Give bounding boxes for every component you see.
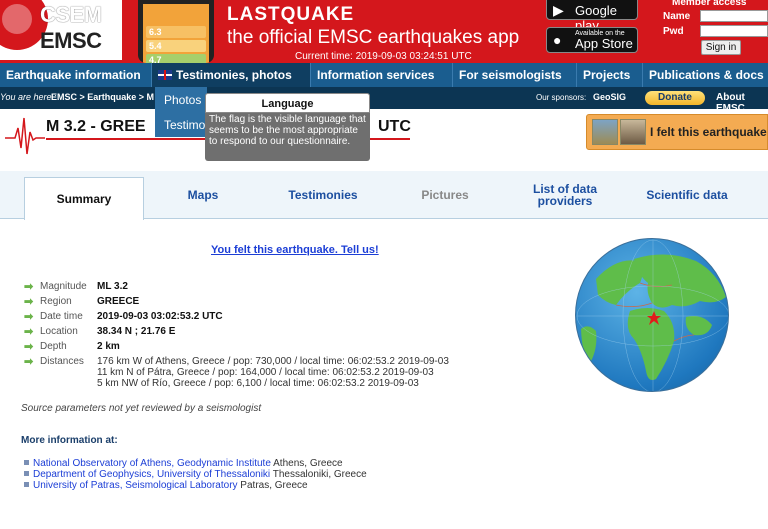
uk-flag-icon (158, 70, 172, 80)
about-emsc-link[interactable]: About EMSC (716, 92, 768, 114)
tab-data-providers[interactable]: List of data providers (520, 171, 610, 219)
globe-map-icon[interactable] (575, 238, 729, 392)
i-felt-label: I felt this earthquake (650, 125, 767, 139)
site-header: CSEM EMSC 6.3 5.4 4.7 LASTQUAKE the offi… (0, 0, 768, 63)
page-title-utc: UTC (378, 118, 411, 135)
logo-top-text: CSEM (40, 2, 102, 27)
felt-photo-1 (592, 119, 618, 145)
password-input[interactable] (700, 25, 768, 37)
app-store-label: App Store (575, 36, 633, 51)
page-title: M 3.2 - GREE (46, 118, 146, 135)
pwd-label: Pwd (663, 26, 684, 37)
name-input[interactable] (700, 10, 768, 22)
more-info-heading: More information at: (21, 435, 118, 446)
donate-button[interactable]: Donate (645, 91, 705, 105)
felt-earthquake-link[interactable]: You felt this earthquake. Tell us! (211, 244, 379, 256)
sponsors-label: Our sponsors: (536, 93, 587, 102)
tab-scientific-data[interactable]: Scientific data (637, 171, 737, 219)
tooltip-body: The flag is the visible language that se… (209, 114, 366, 147)
felt-photo-2 (620, 119, 646, 145)
arrow-bullet-icon: ➡ (24, 311, 34, 323)
app-title: LASTQUAKE (227, 4, 355, 25)
tooltip-title: Language (205, 93, 370, 113)
emsc-logo[interactable]: CSEM EMSC (0, 0, 122, 60)
arrow-bullet-icon: ➡ (24, 356, 34, 368)
page-root: CSEM EMSC 6.3 5.4 4.7 LASTQUAKE the offi… (0, 0, 768, 529)
distance-line: 11 km N of Pátra, Greece / pop: 164,000 … (97, 367, 434, 378)
language-tooltip: Language The flag is the visible languag… (205, 93, 370, 161)
list-item: University of Patras, Seismological Labo… (24, 480, 308, 492)
breadcrumb[interactable]: EMSC > Earthquake > M 3 (51, 92, 162, 102)
android-icon: ▶ (553, 2, 564, 18)
dropdown-item-photos[interactable]: Photos (164, 93, 201, 107)
main-nav: Earthquake information Testimonies, phot… (0, 63, 768, 87)
dropdown-item-testimonies[interactable]: Testimo (164, 118, 205, 132)
logo-bottom-text: EMSC (40, 28, 102, 53)
current-time: Current time: 2019-09-03 03:24:51 UTC (295, 51, 472, 62)
app-store-button[interactable]: ● Available on the App Store (546, 27, 638, 53)
google-play-button[interactable]: ▶ Google play (546, 0, 638, 33)
phone-row: 6.3 (146, 26, 206, 38)
phone-row: 4.7 (146, 54, 206, 63)
name-label: Name (663, 11, 691, 22)
arrow-bullet-icon: ➡ (24, 281, 34, 293)
testimonies-dropdown: Photos Testimo (155, 87, 207, 137)
nav-projects[interactable]: Projects (577, 63, 643, 87)
tab-summary[interactable]: Summary (24, 177, 144, 220)
nav-publications-docs[interactable]: Publications & docs (643, 63, 768, 87)
nav-for-seismologists[interactable]: For seismologists (453, 63, 577, 87)
phone-app-image: 6.3 5.4 4.7 (138, 0, 214, 63)
tab-testimonies[interactable]: Testimonies (278, 171, 368, 219)
tab-maps[interactable]: Maps (163, 171, 243, 219)
breadcrumb-prefix: You are here : (0, 92, 57, 102)
arrow-bullet-icon: ➡ (24, 341, 34, 353)
institute-link[interactable]: Department of Geophysics, University of … (33, 469, 270, 480)
member-access-label: Member access (672, 0, 747, 8)
arrow-bullet-icon: ➡ (24, 296, 34, 308)
i-felt-button[interactable]: I felt this earthquake (586, 114, 768, 150)
arrow-bullet-icon: ➡ (24, 326, 34, 338)
tab-pictures[interactable]: Pictures (405, 171, 485, 219)
institute-link[interactable]: National Observatory of Athens, Geodynam… (33, 458, 271, 469)
distance-line: 5 km NW of Río, Greece / pop: 6,100 / lo… (97, 378, 419, 389)
epicenter-star-icon (647, 311, 661, 325)
breadcrumb-bar: You are here : EMSC > Earthquake > M 3 O… (0, 87, 768, 114)
review-note: Source parameters not yet reviewed by a … (21, 403, 262, 414)
nav-earthquake-information[interactable]: Earthquake information (0, 63, 152, 87)
app-subtitle: the official EMSC earthquakes app (227, 27, 520, 48)
nav-testimonies-photos[interactable]: Testimonies, photos (152, 63, 311, 87)
institute-link[interactable]: University of Patras, Seismological Labo… (33, 480, 238, 491)
sponsor-link[interactable]: GeoSIG (593, 92, 626, 102)
tab-bar: Summary Maps Testimonies Pictures List o… (0, 171, 768, 220)
nav-information-services[interactable]: Information services (311, 63, 453, 87)
apple-icon: ● (553, 32, 562, 48)
sign-in-button[interactable]: Sign in (701, 40, 741, 55)
phone-row: 5.4 (146, 40, 206, 52)
seismogram-icon (5, 117, 45, 155)
distance-line: 176 km W of Athens, Greece / pop: 730,00… (97, 356, 449, 367)
